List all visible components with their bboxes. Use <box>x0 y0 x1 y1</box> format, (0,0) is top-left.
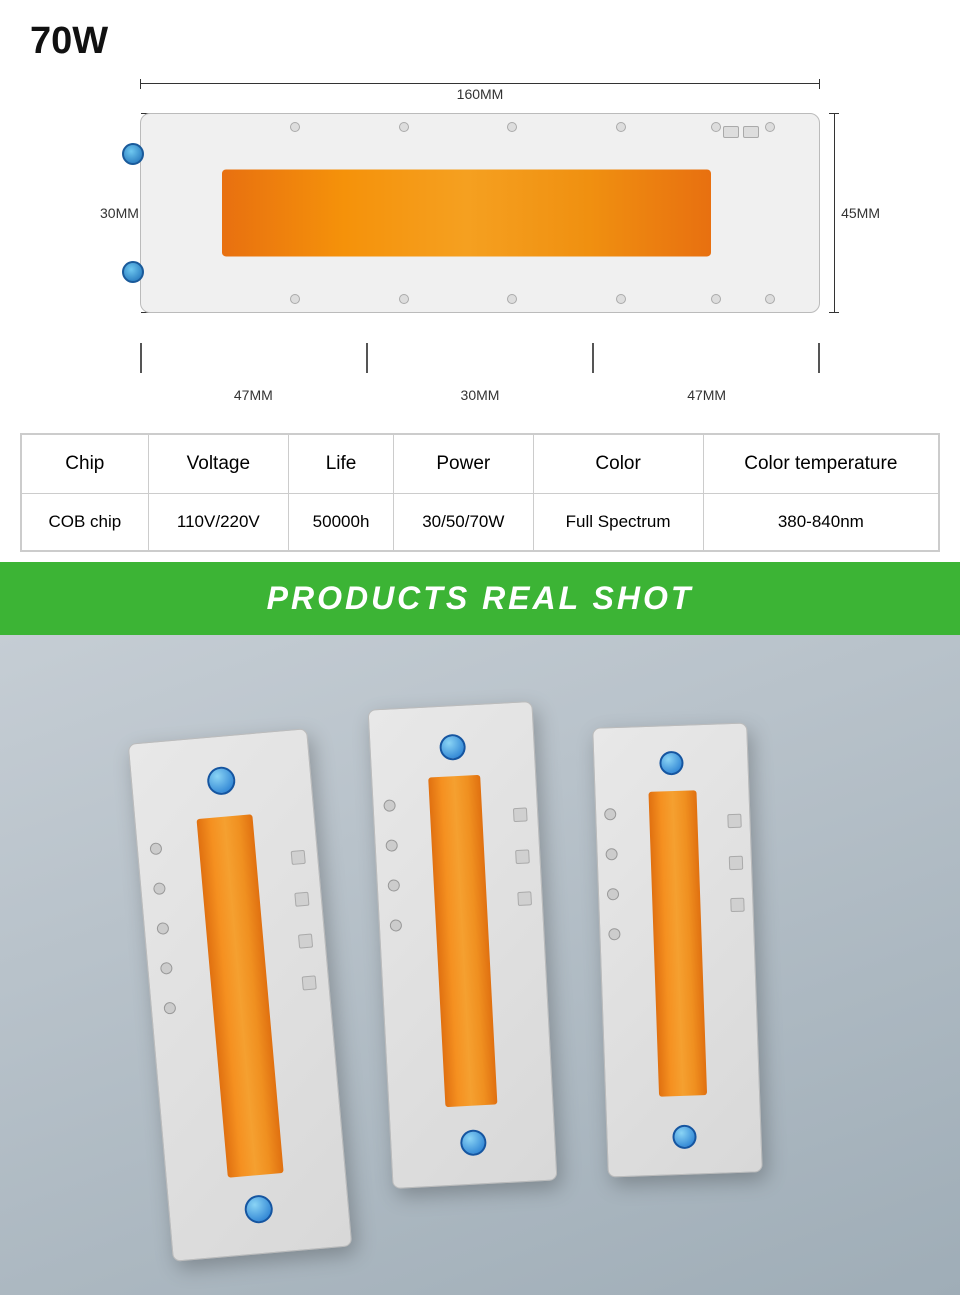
led-board-3 <box>592 722 763 1177</box>
diagram-section: 70W 160MM 30MM <box>0 0 960 423</box>
pcb-hole <box>616 122 626 132</box>
banner-text: PRODUCTS REAL SHOT <box>0 580 960 617</box>
tick <box>592 343 594 373</box>
table-data-row: COB chip 110V/220V 50000h 30/50/70W Full… <box>22 494 939 551</box>
right-dimension-line <box>834 113 835 313</box>
val-chip: COB chip <box>22 494 149 551</box>
pcb-hole <box>290 122 300 132</box>
led-board-1 <box>128 728 353 1262</box>
sq-pad <box>302 975 317 990</box>
pcb-component <box>743 126 759 138</box>
holes-left-3 <box>604 808 621 940</box>
bottom-dim-3: 47MM <box>687 387 726 403</box>
pcb-hole <box>507 294 517 304</box>
pads-right-1 <box>291 850 317 991</box>
pcb-hole <box>604 808 616 820</box>
photo-section <box>0 635 960 1295</box>
pcb-hole <box>507 122 517 132</box>
spec-table-section: Chip Voltage Life Power Color Color temp… <box>20 433 940 552</box>
pcb-hole <box>765 122 775 132</box>
col-color: Color <box>533 435 703 494</box>
val-color-temp: 380-840nm <box>703 494 938 551</box>
pcb-hole <box>399 294 409 304</box>
col-voltage: Voltage <box>148 435 288 494</box>
led-board-2 <box>368 701 558 1189</box>
led-strip <box>222 169 710 256</box>
holes-left-1 <box>149 842 176 1014</box>
col-life: Life <box>289 435 394 494</box>
pcb-hole <box>607 888 619 900</box>
right-dimension: 45MM <box>834 113 880 313</box>
top-dimension-line <box>140 83 820 84</box>
tick <box>366 343 368 373</box>
pcb-hole <box>290 294 300 304</box>
diagram-container: 160MM 30MM <box>50 73 910 413</box>
tick <box>140 343 142 373</box>
connector-blue-top-2 <box>438 734 465 761</box>
pcb-hole <box>765 294 775 304</box>
val-color: Full Spectrum <box>533 494 703 551</box>
sq-pad <box>291 850 306 865</box>
sq-pad <box>729 856 743 870</box>
pcb-component <box>723 126 739 138</box>
pads-right-2 <box>513 807 532 906</box>
connector-blue-top-1 <box>206 766 236 796</box>
left-dimension-label: 30MM <box>100 205 139 221</box>
sq-pad <box>294 892 309 907</box>
pcb-hole <box>387 879 400 892</box>
pcb-hole <box>605 848 617 860</box>
pcb-hole <box>385 839 398 852</box>
pcb-hole <box>160 962 173 975</box>
tick-lines <box>140 343 820 373</box>
col-chip: Chip <box>22 435 149 494</box>
connector-blue-bottom-1 <box>244 1194 274 1224</box>
pcb-board-wrapper <box>140 113 820 313</box>
sq-pad <box>515 849 530 864</box>
pcb-hole <box>390 919 403 932</box>
val-life: 50000h <box>289 494 394 551</box>
pcb-hole <box>149 842 162 855</box>
sq-pad <box>517 891 532 906</box>
boards-container <box>130 675 830 1255</box>
led-strip-photo-1 <box>197 814 284 1178</box>
connector-top <box>122 143 144 165</box>
bottom-dimensions: 47MM 30MM 47MM <box>140 387 820 403</box>
pcb-board <box>140 113 820 313</box>
pads-right-3 <box>727 814 744 912</box>
connector-blue-bottom-3 <box>672 1124 697 1149</box>
top-dimension-label: 160MM <box>457 86 504 102</box>
pcb-hole <box>711 122 721 132</box>
table-header-row: Chip Voltage Life Power Color Color temp… <box>22 435 939 494</box>
product-title: 70W <box>30 20 930 63</box>
pcb-hole <box>156 922 169 935</box>
connector-blue-top-3 <box>659 751 684 776</box>
pcb-hole <box>153 882 166 895</box>
pcb-hole <box>163 1002 176 1015</box>
col-power: Power <box>394 435 534 494</box>
val-power: 30/50/70W <box>394 494 534 551</box>
val-voltage: 110V/220V <box>148 494 288 551</box>
col-color-temp: Color temperature <box>703 435 938 494</box>
pcb-hole <box>608 928 620 940</box>
pcb-hole <box>711 294 721 304</box>
banner-section: PRODUCTS REAL SHOT <box>0 562 960 635</box>
sq-pad <box>730 898 744 912</box>
connector-blue-bottom-2 <box>459 1129 486 1156</box>
holes-left-2 <box>383 799 402 931</box>
tick <box>818 343 820 373</box>
pcb-hole <box>616 294 626 304</box>
bottom-dim-2: 30MM <box>461 387 500 403</box>
right-dimension-label: 45MM <box>841 205 880 221</box>
connector-bottom <box>122 261 144 283</box>
led-strip-photo-2 <box>428 775 497 1107</box>
led-strip-photo-3 <box>648 790 707 1096</box>
bottom-dim-1: 47MM <box>234 387 273 403</box>
spec-table: Chip Voltage Life Power Color Color temp… <box>21 434 939 551</box>
pcb-hole <box>399 122 409 132</box>
sq-pad <box>513 807 528 822</box>
sq-pad <box>298 933 313 948</box>
top-dimension: 160MM <box>140 83 820 102</box>
sq-pad <box>727 814 741 828</box>
pcb-hole <box>383 799 396 812</box>
